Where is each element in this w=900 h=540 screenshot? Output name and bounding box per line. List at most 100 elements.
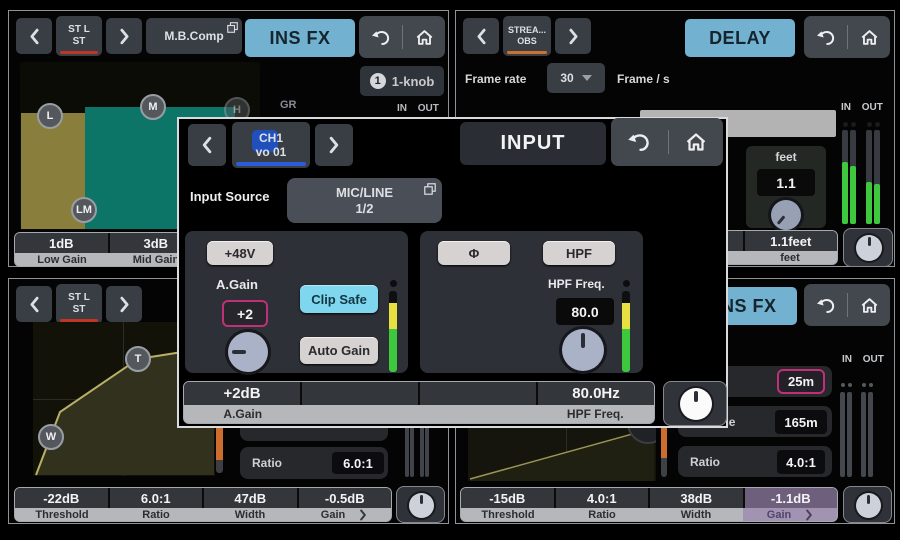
again-label: A.Gain <box>216 277 258 292</box>
param-label: A.Gain <box>184 405 302 423</box>
next-channel-button[interactable] <box>106 286 142 322</box>
next-channel-button[interactable] <box>555 18 591 54</box>
param-cell-again[interactable]: +2dB <box>184 382 300 405</box>
param-cell-hpffreq[interactable]: 80.0Hz <box>538 382 654 405</box>
param-label: Ratio <box>555 508 649 521</box>
undo-icon <box>371 29 391 46</box>
home-icon <box>685 132 707 152</box>
param-cell-ratio[interactable]: 6.0:1 <box>110 488 203 508</box>
again-level-meter <box>389 291 397 372</box>
touch-knob <box>856 235 882 261</box>
home-button[interactable] <box>860 29 879 46</box>
page-title-insfx: INS FX <box>245 19 355 57</box>
param-cell-2[interactable] <box>302 382 418 405</box>
popup-prev-channel-button[interactable] <box>188 124 226 166</box>
prev-channel-button[interactable] <box>463 18 499 54</box>
param-cell-gain-selected[interactable]: -1.1dB <box>745 488 838 508</box>
one-knob-label: 1-knob <box>392 74 435 89</box>
nav-group <box>804 284 890 326</box>
home-button[interactable] <box>860 297 879 314</box>
clip-safe-button[interactable]: Clip Safe <box>300 285 378 313</box>
band-marker-lm[interactable]: LM <box>71 197 97 223</box>
peak-dot <box>843 122 848 127</box>
touch-knob-button[interactable] <box>396 486 445 523</box>
param-label: Ratio <box>109 508 203 521</box>
nav-group <box>804 16 890 58</box>
band-marker-m[interactable]: M <box>140 94 166 120</box>
popup-touch-knob-button[interactable] <box>663 381 727 426</box>
divider <box>402 25 403 49</box>
param-label <box>419 405 537 423</box>
param-footer: -15dB 4.0:1 38dB -1.1dB Threshold Ratio … <box>460 487 838 522</box>
one-knob-button[interactable]: 1 1-knob <box>360 66 444 96</box>
touch-knob <box>856 493 881 518</box>
param-cell-threshold[interactable]: -22dB <box>15 488 108 508</box>
param-cell-width[interactable]: 47dB <box>204 488 297 508</box>
param-label-gain: Gain <box>297 508 391 521</box>
param-label: Width <box>203 508 297 521</box>
width-marker[interactable]: W <box>38 424 64 450</box>
undo-button[interactable] <box>627 132 651 152</box>
param-cell-3[interactable] <box>420 382 536 405</box>
feet-knob[interactable] <box>771 200 801 230</box>
again-knob[interactable] <box>228 332 268 372</box>
hpf-freq-value[interactable]: 80.0 <box>556 298 614 325</box>
hpf-button[interactable]: HPF <box>543 241 615 265</box>
peak-dot <box>862 383 866 387</box>
param-footer: -22dB 6.0:1 47dB -0.5dB Threshold Ratio … <box>14 487 392 522</box>
channel-color-bar <box>60 51 98 54</box>
console-screen: ST L ST M.B.Comp INS FX 1 1-knob GR IN O… <box>0 0 900 540</box>
channel-color-bar <box>236 162 306 166</box>
band-marker-l[interactable]: L <box>37 103 63 129</box>
param-cell-lowgain[interactable]: 1dB <box>15 233 108 253</box>
channel-select-button[interactable]: STREA... OBS <box>503 16 551 56</box>
prev-channel-button[interactable] <box>16 286 52 322</box>
channel-name: STREA... <box>508 25 546 36</box>
threshold-marker[interactable]: T <box>125 346 151 372</box>
channel-select-button[interactable]: ST L ST <box>56 16 102 56</box>
home-button[interactable] <box>685 132 707 152</box>
meter-in-l <box>842 130 848 224</box>
release-row-value[interactable]: 165m <box>775 410 827 434</box>
hpf-freq-knob[interactable] <box>562 329 604 371</box>
divider <box>668 130 669 154</box>
param-label: Width <box>649 508 743 521</box>
ratio-row[interactable]: Ratio 6.0:1 <box>240 447 388 479</box>
touch-knob-button[interactable] <box>843 486 892 523</box>
undo-button[interactable] <box>816 29 836 46</box>
feet-value[interactable]: 1.1 <box>757 169 815 196</box>
channel-name: ST L <box>68 24 90 36</box>
gr-meter <box>661 425 667 477</box>
attack-row-value[interactable]: 25m <box>777 369 825 394</box>
frame-rate-dropdown[interactable]: 30 <box>547 63 605 93</box>
meter-out-l <box>866 130 872 224</box>
home-button[interactable] <box>415 29 434 46</box>
in-out-label: IN OUT <box>841 102 883 113</box>
effect-type-button[interactable]: M.B.Comp <box>146 18 242 54</box>
param-cell-ratio[interactable]: 4.0:1 <box>556 488 649 508</box>
home-icon <box>860 297 879 314</box>
ratio-row-value[interactable]: 4.0:1 <box>777 450 825 474</box>
prev-channel-button[interactable] <box>16 18 52 54</box>
touch-knob-button[interactable] <box>843 228 893 267</box>
chevron-left-icon <box>476 28 487 45</box>
ratio-row[interactable]: Ratio 4.0:1 <box>678 446 832 477</box>
param-cell-gain[interactable]: -0.5dB <box>299 488 392 508</box>
popup-next-channel-button[interactable] <box>315 124 353 166</box>
param-cell-feet[interactable]: 1.1feet <box>745 231 838 251</box>
param-cell-threshold[interactable]: -15dB <box>461 488 554 508</box>
chevron-right-icon <box>119 28 130 45</box>
copy-icon <box>424 183 436 195</box>
phantom-48v-button[interactable]: +48V <box>207 241 273 265</box>
next-channel-button[interactable] <box>106 18 142 54</box>
undo-button[interactable] <box>816 297 836 314</box>
phase-button[interactable]: Φ <box>438 241 510 265</box>
channel-select-button[interactable]: ST L ST <box>56 284 102 324</box>
popup-channel-select-button[interactable]: CH1 vo 01 <box>232 122 310 168</box>
input-source-button[interactable]: MIC/LINE 1/2 <box>287 178 442 223</box>
again-value[interactable]: +2 <box>222 300 268 327</box>
auto-gain-button[interactable]: Auto Gain <box>300 337 378 364</box>
param-cell-width[interactable]: 38dB <box>650 488 743 508</box>
undo-button[interactable] <box>371 29 391 46</box>
touch-knob <box>680 388 712 420</box>
